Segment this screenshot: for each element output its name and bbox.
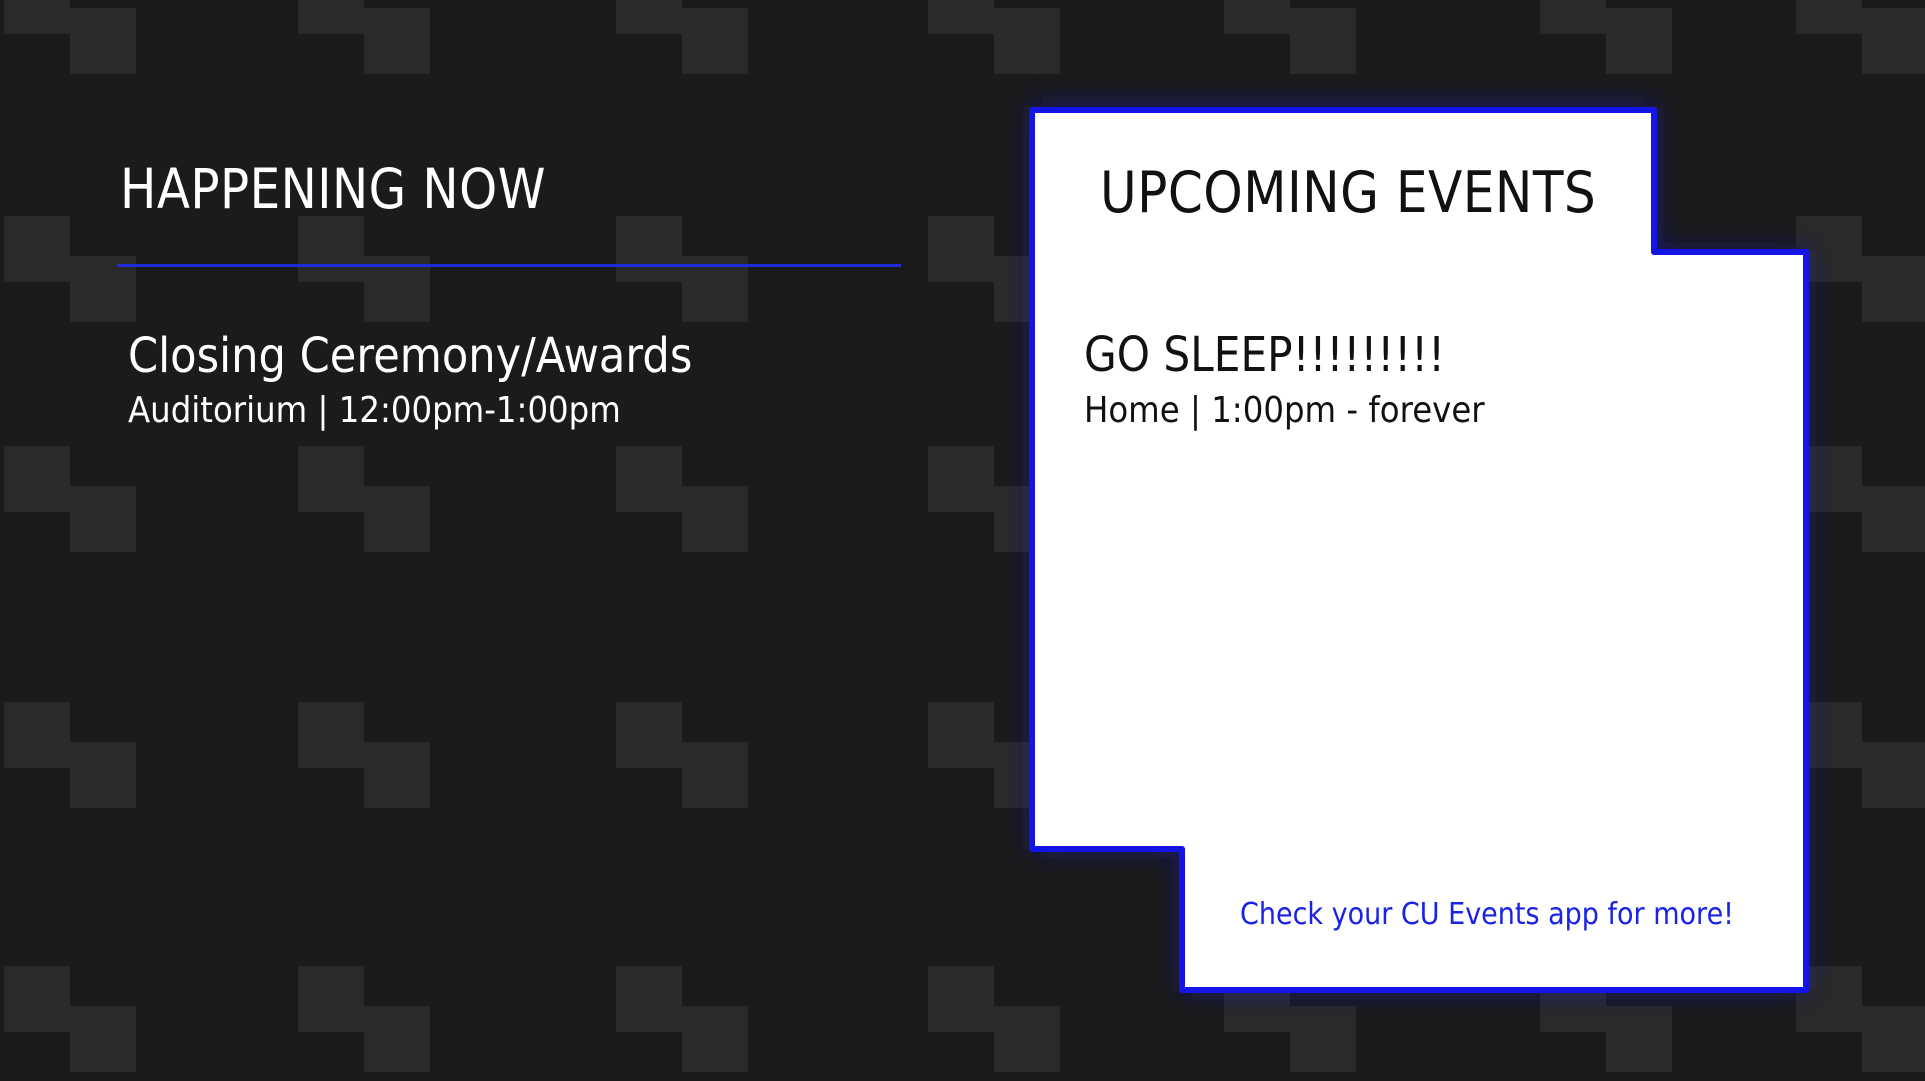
upcoming-event-detail: Home | 1:00pm - forever	[1084, 390, 1485, 431]
upcoming-events-heading: UPCOMING EVENTS	[1100, 160, 1597, 226]
event-display-screen: HAPPENING NOW Closing Ceremony/Awards Au…	[0, 0, 1925, 1081]
cu-events-app-link[interactable]: Check your CU Events app for more!	[1240, 900, 1734, 930]
upcoming-event-title: GO SLEEP!!!!!!!!!	[1084, 327, 1446, 383]
card-panel	[1029, 107, 1809, 993]
